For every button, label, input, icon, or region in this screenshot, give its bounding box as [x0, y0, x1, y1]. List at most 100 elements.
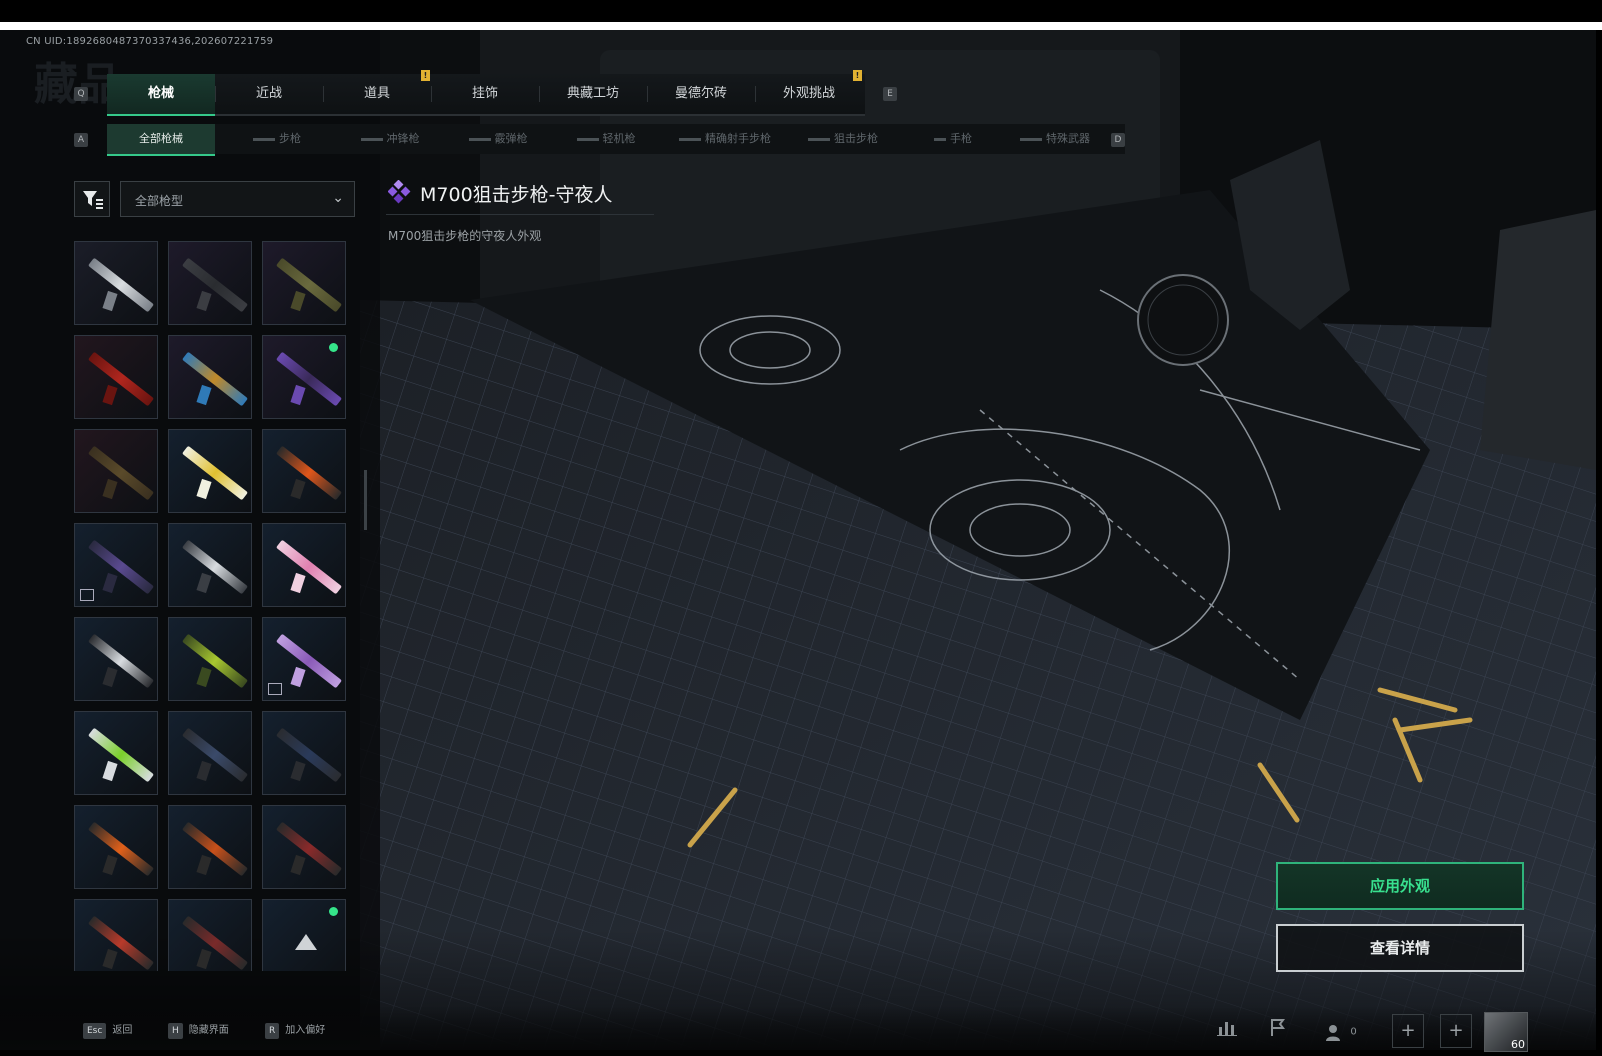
subtab-all-guns[interactable]: 全部枪械 — [107, 124, 215, 156]
hint-hide-ui[interactable]: H 隐藏界面 — [168, 1021, 229, 1039]
weapon-skin-card[interactable] — [74, 241, 158, 325]
weapon-skin-card[interactable] — [74, 429, 158, 513]
bottom-edge — [0, 1050, 1602, 1056]
weapon-grip — [196, 290, 212, 312]
weapon-image — [87, 351, 155, 407]
weapon-skin-card[interactable] — [74, 805, 158, 889]
subtab-pistol[interactable]: 手枪 — [903, 124, 1003, 154]
weapon-skin-card[interactable] — [168, 523, 252, 607]
weapon-skin-card[interactable] — [262, 617, 346, 701]
tab-items[interactable]: 道具 — [323, 74, 431, 114]
subtab-rifle[interactable]: 步枪 — [227, 124, 327, 154]
weapon-skin-card[interactable] — [262, 241, 346, 325]
stats-icon[interactable] — [1212, 1016, 1244, 1048]
weapon-grip — [102, 384, 118, 406]
weapon-skin-card[interactable] — [74, 617, 158, 701]
weapon-skin-card[interactable] — [262, 805, 346, 889]
weapon-skin-card[interactable] — [168, 335, 252, 419]
hint-add-favorite[interactable]: R 加入偏好 — [265, 1021, 325, 1039]
subtab-dmr[interactable]: 精确射手步枪 — [655, 124, 795, 154]
gun-type-dropdown[interactable]: 全部枪型 ⌄ — [120, 181, 355, 217]
player-avatar[interactable]: 60 — [1484, 1012, 1528, 1052]
uid-text: CN UID:1892680487370337436,202607221759 — [26, 36, 274, 47]
weapon-skin-card[interactable] — [74, 335, 158, 419]
grid-scrollbar[interactable] — [364, 470, 367, 530]
weapon-skin-card[interactable] — [262, 899, 346, 971]
dmr-icon — [679, 137, 701, 141]
subtab-shotgun[interactable]: 霰弹枪 — [443, 124, 553, 154]
weapon-grip — [196, 666, 212, 688]
add-party-slot-button[interactable]: + — [1440, 1014, 1472, 1048]
friends-button[interactable]: 0 — [1318, 1016, 1364, 1048]
weapon-grip — [196, 572, 212, 594]
subtab-smg[interactable]: 冲锋枪 — [335, 124, 445, 154]
image-icon — [80, 589, 94, 601]
subtab-sniper[interactable]: 狙击步枪 — [783, 124, 903, 154]
lmg-icon — [576, 137, 599, 141]
tab-melee[interactable]: 近战 — [215, 74, 323, 114]
weapon-skin-card[interactable] — [168, 429, 252, 513]
weapon-grip — [196, 854, 212, 876]
tab-workshop[interactable]: 典藏工坊 — [539, 74, 647, 114]
weapon-skin-card[interactable] — [168, 617, 252, 701]
weapon-skin-card[interactable] — [262, 335, 346, 419]
weapon-grip — [290, 290, 306, 312]
subtab-special[interactable]: 特殊武器 — [995, 124, 1115, 154]
weapon-grip — [290, 666, 306, 688]
weapon-skin-card[interactable] — [168, 805, 252, 889]
weapon-skin-card[interactable] — [168, 899, 252, 971]
weapon-skin-card[interactable] — [74, 711, 158, 795]
weapon-image — [181, 257, 249, 313]
weapon-skin-card[interactable] — [262, 523, 346, 607]
weapon-image — [87, 821, 155, 877]
filter-button[interactable] — [74, 181, 110, 217]
tab-guns[interactable]: 枪械 — [107, 74, 215, 116]
tab-charms[interactable]: 挂饰 — [431, 74, 539, 114]
view-details-button[interactable]: 查看详情 — [1276, 924, 1524, 972]
weapon-skin-card[interactable] — [168, 241, 252, 325]
weapon-image — [275, 821, 343, 877]
triangle-logo-icon — [295, 934, 317, 950]
key-hint-a: A — [74, 133, 88, 147]
weapon-image — [275, 257, 343, 313]
weapon-grip — [102, 760, 118, 782]
weapon-grip — [102, 854, 118, 876]
weapon-image — [181, 445, 249, 501]
weapon-grip — [196, 478, 212, 500]
friends-count: 0 — [1350, 1026, 1357, 1038]
compass-shape — [1137, 274, 1229, 366]
tab-appearance-challenge[interactable]: 外观挑战 — [755, 74, 863, 114]
weapon-type-tabs: 全部枪械 步枪 冲锋枪 霰弹枪 轻机枪 精确射手步枪 狙击步枪 手枪 特殊武器 — [107, 124, 1125, 156]
notification-badge: ! — [853, 70, 862, 81]
sniper-icon — [808, 137, 830, 141]
shotgun-icon — [468, 137, 491, 141]
weapon-skin-card[interactable] — [262, 711, 346, 795]
weapon-image — [87, 915, 155, 971]
weapon-grip — [290, 854, 306, 876]
hint-back[interactable]: Esc 返回 — [83, 1021, 132, 1039]
weapon-grip — [102, 948, 118, 970]
subtab-lmg[interactable]: 轻机枪 — [551, 124, 661, 154]
weapon-skin-card[interactable] — [168, 711, 252, 795]
weapon-grip — [290, 760, 306, 782]
rifle-icon — [253, 137, 275, 141]
category-tabs: 枪械 近战 道具 挂饰 典藏工坊 曼德尔砖 外观挑战 — [107, 74, 865, 116]
weapon-image — [275, 727, 343, 783]
weapon-grip — [196, 384, 212, 406]
weapon-skin-card[interactable] — [262, 429, 346, 513]
flag-icon[interactable] — [1262, 1016, 1294, 1048]
weapon-grip — [196, 760, 212, 782]
weapon-grip — [290, 572, 306, 594]
dropdown-value: 全部枪型 — [135, 194, 184, 208]
new-indicator-dot — [329, 343, 338, 352]
apply-skin-button[interactable]: 应用外观 — [1276, 862, 1524, 910]
screen: CN UID:1892680487370337436,202607221759 … — [0, 0, 1602, 1056]
tab-mandel-brick[interactable]: 曼德尔砖 — [647, 74, 755, 114]
chevron-down-icon: ⌄ — [332, 190, 344, 206]
weapon-skin-card[interactable] — [74, 899, 158, 971]
weapon-grip — [290, 478, 306, 500]
key-hint-d: D — [1111, 133, 1125, 147]
add-party-slot-button[interactable]: + — [1392, 1014, 1424, 1048]
weapon-grip — [102, 478, 118, 500]
weapon-skin-card[interactable] — [74, 523, 158, 607]
